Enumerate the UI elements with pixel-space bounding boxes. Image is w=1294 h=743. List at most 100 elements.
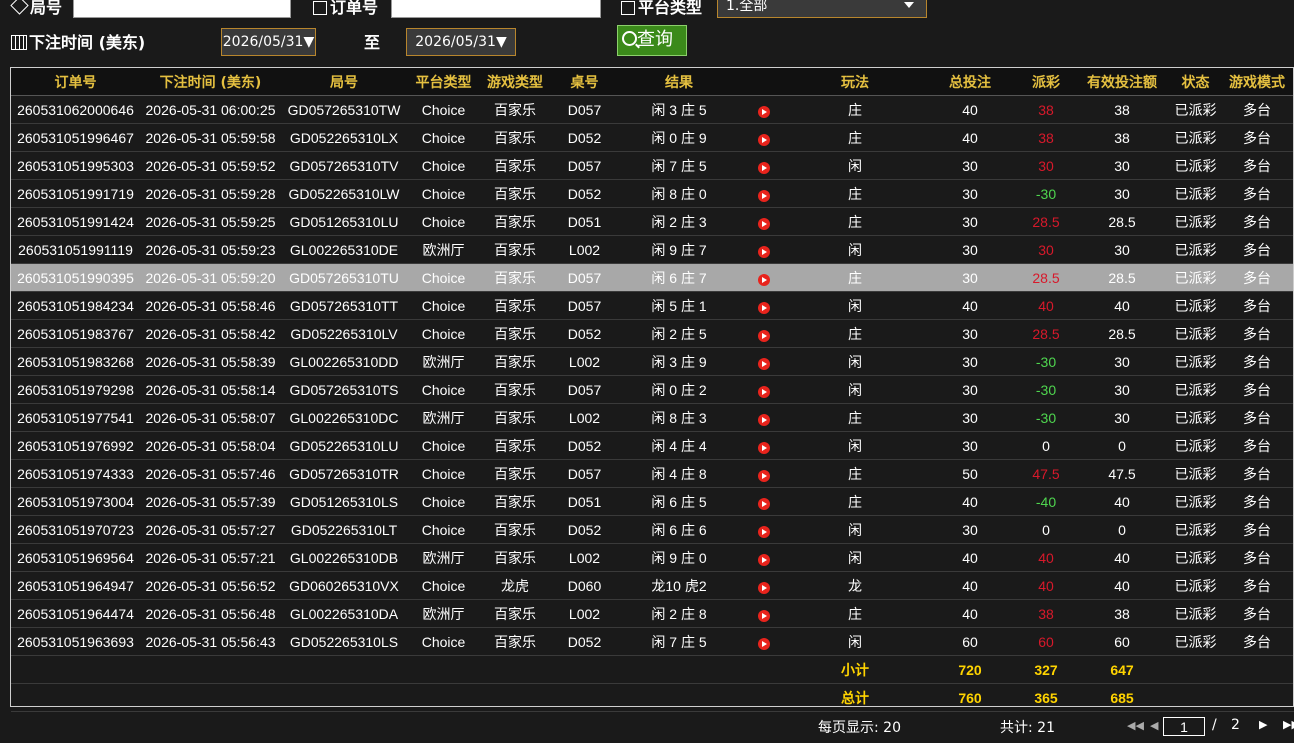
valid-bet-cell: 40 [1073, 487, 1171, 516]
first-page-icon[interactable]: ◀◀ [1127, 719, 1144, 732]
table-row[interactable]: 260531051977541 2026-05-31 05:58:07 GL0022… [11, 403, 1294, 432]
play-video-icon[interactable] [758, 553, 770, 566]
table-row[interactable]: 260531051969564 2026-05-31 05:57:21 GL0022… [11, 543, 1294, 572]
col-header[interactable]: 游戏类型 [480, 68, 550, 96]
date-to-picker[interactable]: 2026/05/31▼ [406, 28, 516, 56]
table-row[interactable]: 260531051963693 2026-05-31 05:56:43 GD0522… [11, 627, 1294, 656]
replay-cell[interactable] [739, 263, 789, 292]
play-video-icon[interactable] [758, 441, 770, 454]
table-row[interactable]: 260531051991424 2026-05-31 05:59:25 GD0512… [11, 207, 1294, 236]
table-row[interactable]: 260531051976992 2026-05-31 05:58:04 GD0522… [11, 431, 1294, 460]
table-row[interactable]: 260531051996467 2026-05-31 05:59:58 GD0522… [11, 123, 1294, 152]
payout-cell: 30 [1019, 235, 1073, 264]
replay-cell[interactable] [739, 571, 789, 600]
col-header[interactable]: 平台类型 [407, 68, 480, 96]
table-row[interactable]: 260531051990395 2026-05-31 05:59:20 GD0572… [11, 263, 1294, 292]
replay-cell[interactable] [739, 95, 789, 124]
play-video-icon[interactable] [758, 609, 770, 622]
play-video-icon[interactable] [758, 581, 770, 594]
game-type-cell: 百家乐 [480, 487, 550, 516]
table-row[interactable]: 260531051974333 2026-05-31 05:57:46 GD0572… [11, 459, 1294, 488]
total-bet: 30 [962, 381, 978, 398]
table-number-cell: D052 [550, 515, 619, 544]
status: 已派彩 [1174, 437, 1217, 454]
table-row[interactable]: 260531051984234 2026-05-31 05:58:46 GD0572… [11, 291, 1294, 320]
col-header[interactable]: 订单号 [11, 68, 140, 96]
play-video-icon[interactable] [758, 245, 770, 258]
bet-time-cell: 2026-05-31 05:57:46 [140, 459, 281, 488]
table-row[interactable]: 260531051983767 2026-05-31 05:58:42 GD0522… [11, 319, 1294, 348]
replay-cell[interactable] [739, 543, 789, 572]
table-row[interactable]: 260531051991119 2026-05-31 05:59:23 GL0022… [11, 235, 1294, 264]
col-header[interactable]: 玩法 [789, 68, 921, 96]
order-input[interactable] [391, 0, 601, 18]
prev-page-icon[interactable]: ◀ [1150, 719, 1158, 732]
game-mode-cell: 多台 [1220, 403, 1294, 432]
play-video-icon[interactable] [758, 161, 770, 174]
query-button[interactable]: 查询 [617, 25, 687, 56]
table-row[interactable]: 260531051995303 2026-05-31 05:59:52 GD0572… [11, 151, 1294, 180]
play-video-icon[interactable] [758, 525, 770, 538]
table-row[interactable]: 260531051964947 2026-05-31 05:56:52 GD0602… [11, 571, 1294, 600]
play-video-icon[interactable] [758, 301, 770, 314]
bet-type: 闲 [848, 381, 862, 398]
replay-cell[interactable] [739, 459, 789, 488]
replay-cell[interactable] [739, 375, 789, 404]
play-video-icon[interactable] [758, 385, 770, 398]
date-from-picker[interactable]: 2026/05/31▼ [221, 28, 316, 56]
col-header[interactable]: 局号 [281, 68, 407, 96]
col-header[interactable]: 下注时间 (美东) [140, 68, 281, 96]
payout-cell: 38 [1019, 123, 1073, 152]
total-pages: 2 [1231, 717, 1240, 733]
play-video-icon[interactable] [758, 357, 770, 370]
col-header[interactable]: 有效投注额 [1073, 68, 1171, 96]
replay-cell[interactable] [739, 487, 789, 516]
table-row[interactable]: 260531051973004 2026-05-31 05:57:39 GD0512… [11, 487, 1294, 516]
replay-cell[interactable] [739, 319, 789, 348]
table-row[interactable]: 260531051983268 2026-05-31 05:58:39 GL0022… [11, 347, 1294, 376]
col-header[interactable]: 状态 [1171, 68, 1220, 96]
replay-cell[interactable] [739, 207, 789, 236]
table-row[interactable]: 260531051970723 2026-05-31 05:57:27 GD0522… [11, 515, 1294, 544]
round-input[interactable] [73, 0, 291, 18]
col-header[interactable]: 总投注 [921, 68, 1019, 96]
orders-table: 订单号 下注时间 (美东) 局号 平台类型 游戏类型 桌号 结果 玩法 总投注 … [11, 68, 1294, 712]
play-video-icon[interactable] [758, 133, 770, 146]
col-header[interactable]: 派彩 [1019, 68, 1073, 96]
col-header[interactable]: 结果 [619, 68, 739, 96]
col-header[interactable]: 桌号 [550, 68, 619, 96]
game-type: 百家乐 [494, 213, 536, 230]
play-video-icon[interactable] [758, 413, 770, 426]
replay-cell[interactable] [739, 179, 789, 208]
replay-cell[interactable] [739, 599, 789, 628]
play-video-icon[interactable] [758, 497, 770, 510]
time-label-text: 下注时间 (美东) [29, 33, 146, 52]
play-video-icon[interactable] [758, 469, 770, 482]
play-video-icon[interactable] [758, 217, 770, 230]
table-row[interactable]: 260531051991719 2026-05-31 05:59:28 GD0522… [11, 179, 1294, 208]
replay-cell[interactable] [739, 151, 789, 180]
play-video-icon[interactable] [758, 329, 770, 342]
last-page-icon[interactable]: ▶▶ [1283, 718, 1294, 731]
replay-cell[interactable] [739, 235, 789, 264]
replay-cell[interactable] [739, 403, 789, 432]
page-number-input[interactable] [1163, 717, 1205, 736]
replay-cell[interactable] [739, 123, 789, 152]
replay-cell[interactable] [739, 627, 789, 656]
table-row[interactable]: 260531051964474 2026-05-31 05:56:48 GL0022… [11, 599, 1294, 628]
replay-cell[interactable] [739, 347, 789, 376]
play-video-icon[interactable] [758, 105, 770, 118]
replay-cell[interactable] [739, 515, 789, 544]
replay-cell[interactable] [739, 291, 789, 320]
play-video-icon[interactable] [758, 637, 770, 650]
platform-select[interactable]: 1.全部 [717, 0, 927, 18]
play-video-icon[interactable] [758, 273, 770, 286]
game-type: 百家乐 [494, 325, 536, 342]
col-header[interactable]: 游戏模式 [1220, 68, 1294, 96]
replay-cell[interactable] [739, 431, 789, 460]
table-row[interactable]: 260531062000646 2026-05-31 06:00:25 GD0572… [11, 95, 1294, 124]
status: 已派彩 [1174, 381, 1217, 398]
play-video-icon[interactable] [758, 189, 770, 202]
table-row[interactable]: 260531051979298 2026-05-31 05:58:14 GD0572… [11, 375, 1294, 404]
next-page-icon[interactable]: ▶ [1259, 718, 1267, 731]
